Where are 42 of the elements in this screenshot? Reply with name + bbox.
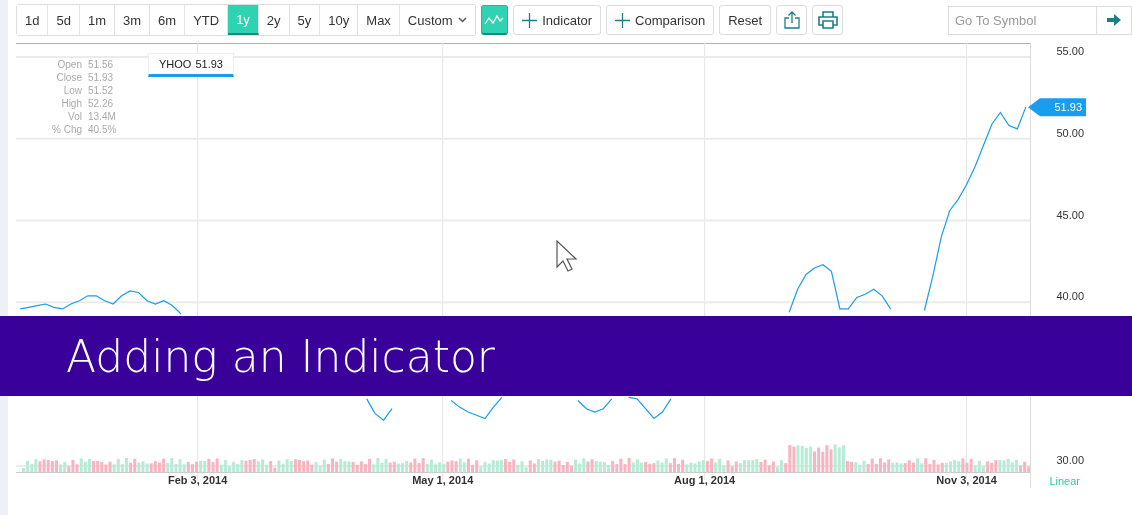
share-icon <box>783 11 800 29</box>
arrow-right-icon <box>1107 14 1121 26</box>
quote-label: Close <box>55 71 82 84</box>
x-axis-label: Feb 3, 2014 <box>168 474 228 486</box>
y-axis-label: 55.00 <box>1056 44 1084 57</box>
printer-icon <box>817 11 838 29</box>
quote-value: 51.56 <box>88 58 114 71</box>
x-axis-label: May 1, 2014 <box>412 474 474 486</box>
share-button[interactable] <box>776 5 808 35</box>
symbol-price: 51.93 <box>195 58 223 70</box>
chart-type-button[interactable] <box>480 5 509 35</box>
quote-value: 51.93 <box>88 71 114 84</box>
reset-button[interactable]: Reset <box>719 5 772 35</box>
y-axis-label: 45.00 <box>1056 208 1084 221</box>
y-axis-label: 30.00 <box>1056 454 1084 466</box>
range-button[interactable]: 1d <box>17 5 49 35</box>
banner-title: Adding an Indicator <box>66 330 495 382</box>
indicator-button[interactable]: Indicator <box>513 5 602 35</box>
print-button[interactable] <box>812 5 843 35</box>
quote-value: 51.52 <box>88 84 114 97</box>
quote-label: % Chg <box>51 123 82 136</box>
quote-value: 40.5% <box>88 123 117 136</box>
quote-label: Vol <box>67 110 82 123</box>
plus-icon <box>522 12 538 28</box>
go-button[interactable] <box>1096 5 1132 35</box>
caret-icon <box>457 17 467 23</box>
plus-icon <box>615 12 631 28</box>
x-axis-label: Nov 3, 2014 <box>936 474 997 486</box>
y-axis-label: 50.00 <box>1056 126 1084 139</box>
price-tag: 51.93 <box>1028 98 1086 117</box>
x-axis-label: Aug 1, 2014 <box>674 474 736 486</box>
y-axis-label: 40.00 <box>1056 290 1084 303</box>
quote-label: Open <box>56 58 82 71</box>
symbol-search-field[interactable]: Go To Symbol <box>948 5 1096 35</box>
quote-value: 13.4M <box>88 110 116 123</box>
line-chart-icon <box>484 13 505 26</box>
quote-value: 52.26 <box>88 97 114 110</box>
quote-label: Low <box>62 84 82 97</box>
comparison-button[interactable]: Comparison <box>606 5 715 35</box>
symbol-name: YHOO <box>159 58 192 70</box>
cursor-icon <box>556 240 578 272</box>
quote-label: High <box>60 97 82 110</box>
